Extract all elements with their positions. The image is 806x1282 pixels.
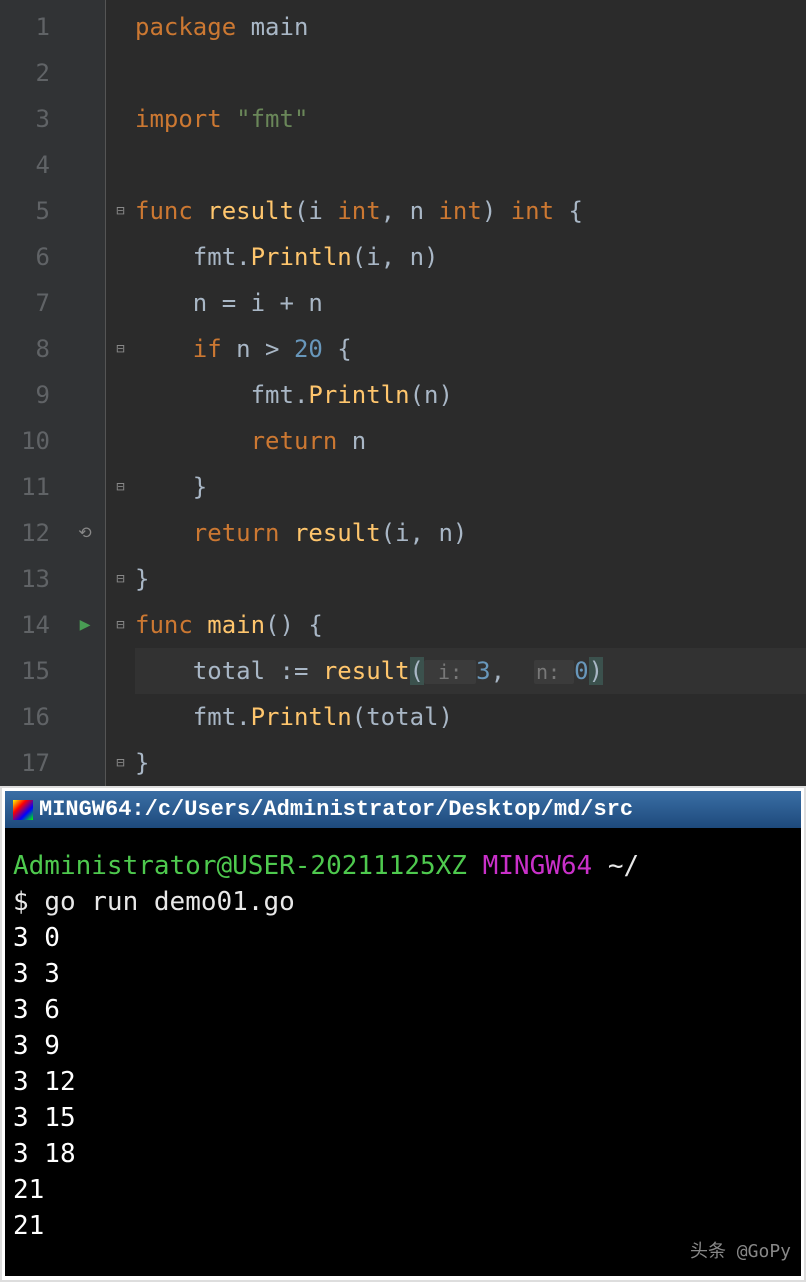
- fold-column: ⊟ ⊟ ⊟ ⊟ ⊟ ⊟: [105, 0, 135, 786]
- keyword: import: [135, 105, 222, 133]
- line-number: 11: [0, 464, 50, 510]
- code-line[interactable]: n = i + n: [135, 280, 806, 326]
- run-icon[interactable]: ▶: [80, 602, 91, 648]
- terminal-title-bar[interactable]: MINGW64:/c/Users/Administrator/Desktop/m…: [5, 791, 801, 828]
- param-hint: n:: [534, 660, 574, 684]
- code-line[interactable]: [135, 50, 806, 96]
- string: "fmt": [236, 105, 308, 133]
- fold-end-icon[interactable]: ⊟: [106, 464, 135, 510]
- terminal-output: 21: [13, 1208, 793, 1244]
- line-number: 12: [0, 510, 50, 556]
- line-number: 6: [0, 234, 50, 280]
- line-number: 8: [0, 326, 50, 372]
- code-line[interactable]: func main() {: [135, 602, 806, 648]
- code-line[interactable]: }: [135, 740, 806, 786]
- terminal-output: 3 3: [13, 956, 793, 992]
- line-number: 9: [0, 372, 50, 418]
- line-number: 15: [0, 648, 50, 694]
- code-line[interactable]: package main: [135, 4, 806, 50]
- param-hint: i:: [424, 660, 476, 684]
- line-number: 4: [0, 142, 50, 188]
- terminal-window: MINGW64:/c/Users/Administrator/Desktop/m…: [0, 786, 806, 1282]
- fold-marker-icon[interactable]: ⊟: [106, 602, 135, 648]
- code-line[interactable]: return result(i, n): [135, 510, 806, 556]
- code-line[interactable]: [135, 142, 806, 188]
- terminal-output: 3 15: [13, 1100, 793, 1136]
- recursive-call-icon[interactable]: ⟲: [78, 510, 91, 556]
- line-number: 17: [0, 740, 50, 786]
- terminal-output: 21: [13, 1172, 793, 1208]
- code-line[interactable]: }: [135, 556, 806, 602]
- terminal-body[interactable]: Administrator@USER-20211125XZ MINGW64 ~/…: [5, 828, 801, 1276]
- terminal-title-text: MINGW64:/c/Users/Administrator/Desktop/m…: [39, 797, 633, 822]
- line-number: 16: [0, 694, 50, 740]
- matched-paren: ): [589, 657, 603, 685]
- terminal-command: go run demo01.go: [44, 887, 294, 917]
- line-number: 1: [0, 4, 50, 50]
- terminal-output: 3 18: [13, 1136, 793, 1172]
- code-line[interactable]: if n > 20 {: [135, 326, 806, 372]
- code-line[interactable]: }: [135, 464, 806, 510]
- identifier: main: [251, 13, 309, 41]
- matched-paren: (: [410, 657, 424, 685]
- fold-marker-icon[interactable]: ⊟: [106, 188, 135, 234]
- code-line[interactable]: return n: [135, 418, 806, 464]
- line-number: 2: [0, 50, 50, 96]
- line-number-gutter: 1 2 3 4 5 6 7 8 9 10 11 12 13 14 15 16 1…: [0, 0, 65, 786]
- line-number: 10: [0, 418, 50, 464]
- code-line[interactable]: fmt.Println(i, n): [135, 234, 806, 280]
- gutter-icons: ⟲ ▶: [65, 0, 105, 786]
- terminal-output: 3 0: [13, 920, 793, 956]
- line-number: 13: [0, 556, 50, 602]
- code-editor[interactable]: 1 2 3 4 5 6 7 8 9 10 11 12 13 14 15 16 1…: [0, 0, 806, 786]
- code-line[interactable]: fmt.Println(total): [135, 694, 806, 740]
- fold-end-icon[interactable]: ⊟: [106, 556, 135, 602]
- function-name: result: [207, 197, 294, 225]
- fold-marker-icon[interactable]: ⊟: [106, 326, 135, 372]
- prompt-user: Administrator@USER: [13, 851, 295, 881]
- terminal-prompt-line: Administrator@USER-20211125XZ MINGW64 ~/: [13, 848, 793, 884]
- prompt-env: MINGW64: [467, 851, 608, 881]
- line-number: 14: [0, 602, 50, 648]
- line-number: 3: [0, 96, 50, 142]
- keyword: func: [135, 197, 193, 225]
- terminal-command-line: $ go run demo01.go: [13, 884, 793, 920]
- line-number: 7: [0, 280, 50, 326]
- code-line[interactable]: import "fmt": [135, 96, 806, 142]
- fold-end-icon[interactable]: ⊟: [106, 740, 135, 786]
- code-line[interactable]: total := result( i: 3, n: 0): [135, 648, 806, 694]
- terminal-output: 3 12: [13, 1064, 793, 1100]
- code-line[interactable]: fmt.Println(n): [135, 372, 806, 418]
- terminal-output: 3 9: [13, 1028, 793, 1064]
- terminal-app-icon: [13, 800, 33, 820]
- code-area[interactable]: package main import "fmt" func result(i …: [135, 0, 806, 786]
- code-line[interactable]: func result(i int, n int) int {: [135, 188, 806, 234]
- keyword: package: [135, 13, 236, 41]
- watermark-text: 头条 @GoPy: [690, 1234, 791, 1270]
- terminal-output: 3 6: [13, 992, 793, 1028]
- line-number: 5: [0, 188, 50, 234]
